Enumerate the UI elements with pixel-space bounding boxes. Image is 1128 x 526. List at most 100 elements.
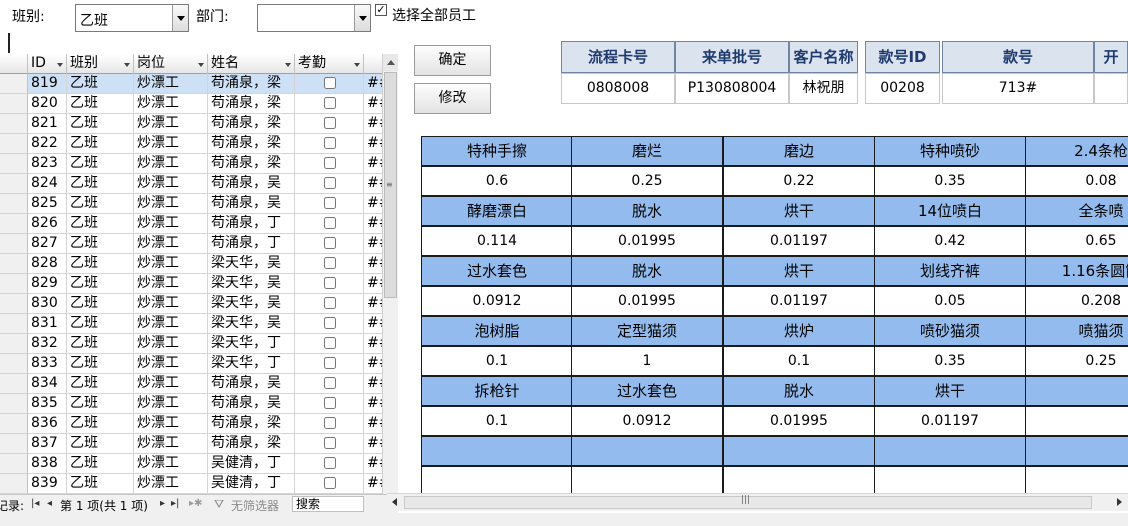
next-record-icon[interactable]: ▸ <box>160 498 165 509</box>
row-selector[interactable] <box>0 354 28 374</box>
process-price-cell[interactable]: 0.0912 <box>421 286 573 316</box>
table-row[interactable]: 831乙班炒漂工梁天华，吴## <box>0 314 386 334</box>
row-selector[interactable] <box>0 174 28 194</box>
cell-post[interactable]: 炒漂工 <box>134 154 208 174</box>
table-row[interactable]: 830乙班炒漂工梁天华，吴## <box>0 294 386 314</box>
info-value-batch-no[interactable]: P130808004 <box>675 73 789 104</box>
cell-class[interactable]: 乙班 <box>67 94 134 114</box>
attendance-checkbox[interactable] <box>324 157 336 169</box>
row-selector[interactable] <box>0 214 28 234</box>
cell-class[interactable]: 乙班 <box>67 354 134 374</box>
cell-id[interactable]: 824 <box>28 174 67 194</box>
class-combo[interactable]: 乙班 <box>75 4 189 32</box>
table-row[interactable]: 837乙班炒漂工苟涌泉，梁## <box>0 434 386 454</box>
sort-arrow-icon[interactable] <box>124 63 130 67</box>
row-selector[interactable] <box>0 294 28 314</box>
cell-name[interactable]: 吴健清，丁 <box>208 474 295 494</box>
table-row[interactable]: 825乙班炒漂工苟涌泉，吴## <box>0 194 386 214</box>
process-price-cell[interactable]: 0.01995 <box>723 406 875 436</box>
cell-post[interactable]: 炒漂工 <box>134 474 208 494</box>
cell-id[interactable]: 835 <box>28 394 67 414</box>
process-price-cell[interactable] <box>1025 406 1128 436</box>
cell-class[interactable]: 乙班 <box>67 314 134 334</box>
info-value-card-no[interactable]: 0808008 <box>561 73 675 104</box>
cell-post[interactable]: 炒漂工 <box>134 314 208 334</box>
process-price-cell[interactable]: 0.65 <box>1025 226 1128 256</box>
cell-id[interactable]: 837 <box>28 434 67 454</box>
attendance-cell[interactable] <box>295 394 364 414</box>
row-selector[interactable] <box>0 134 28 154</box>
table-row[interactable]: 819乙班炒漂工苟涌泉，梁## <box>0 74 386 94</box>
col-header-id[interactable]: ID <box>28 54 67 74</box>
sort-arrow-icon[interactable] <box>354 63 360 67</box>
process-price-cell[interactable]: 0.1 <box>421 406 573 436</box>
attendance-cell[interactable] <box>295 114 364 134</box>
chevron-down-icon[interactable] <box>172 5 188 31</box>
process-price-cell[interactable]: 0.25 <box>1025 346 1128 376</box>
cell-id[interactable]: 821 <box>28 114 67 134</box>
first-record-icon[interactable]: |◂ <box>31 498 39 509</box>
table-row[interactable]: 824乙班炒漂工苟涌泉，吴## <box>0 174 386 194</box>
attendance-checkbox[interactable] <box>324 97 336 109</box>
attendance-cell[interactable] <box>295 174 364 194</box>
attendance-checkbox[interactable] <box>324 377 336 389</box>
cell-class[interactable]: 乙班 <box>67 274 134 294</box>
attendance-cell[interactable] <box>295 214 364 234</box>
row-selector[interactable] <box>0 434 28 454</box>
cell-class[interactable]: 乙班 <box>67 334 134 354</box>
attendance-cell[interactable] <box>295 454 364 474</box>
cell-class[interactable]: 乙班 <box>67 374 134 394</box>
attendance-cell[interactable] <box>295 374 364 394</box>
cell-name[interactable]: 苟涌泉，吴 <box>208 194 295 214</box>
cell-class[interactable]: 乙班 <box>67 114 134 134</box>
cell-name[interactable]: 苟涌泉，梁 <box>208 134 295 154</box>
cell-name[interactable]: 苟涌泉，吴 <box>208 174 295 194</box>
process-price-cell[interactable]: 0.114 <box>421 226 573 256</box>
modify-button[interactable]: 修改 <box>414 83 491 114</box>
cell-id[interactable]: 831 <box>28 314 67 334</box>
table-row[interactable]: 828乙班炒漂工梁天华，吴## <box>0 254 386 274</box>
row-selector[interactable] <box>0 314 28 334</box>
info-value-customer[interactable]: 林祝朋 <box>789 73 858 104</box>
scroll-right-icon[interactable] <box>1117 498 1122 506</box>
cell-name[interactable]: 苟涌泉，丁 <box>208 234 295 254</box>
attendance-checkbox[interactable] <box>324 357 336 369</box>
row-selector[interactable] <box>0 334 28 354</box>
cell-id[interactable]: 820 <box>28 94 67 114</box>
cell-id[interactable]: 838 <box>28 454 67 474</box>
table-row[interactable]: 839乙班炒漂工吴健清，丁## <box>0 474 386 494</box>
cell-name[interactable]: 苟涌泉，梁 <box>208 414 295 434</box>
cell-post[interactable]: 炒漂工 <box>134 254 208 274</box>
cell-post[interactable]: 炒漂工 <box>134 194 208 214</box>
cell-id[interactable]: 826 <box>28 214 67 234</box>
sort-arrow-icon[interactable] <box>285 63 291 67</box>
attendance-checkbox[interactable] <box>324 277 336 289</box>
attendance-checkbox[interactable] <box>324 477 336 489</box>
row-selector[interactable] <box>0 154 28 174</box>
cell-class[interactable]: 乙班 <box>67 294 134 314</box>
sort-arrow-icon[interactable] <box>57 63 63 67</box>
row-selector[interactable] <box>0 374 28 394</box>
attendance-checkbox[interactable] <box>324 397 336 409</box>
scroll-up-icon[interactable] <box>383 54 398 71</box>
cell-post[interactable]: 炒漂工 <box>134 74 208 94</box>
attendance-cell[interactable] <box>295 434 364 454</box>
cell-post[interactable]: 炒漂工 <box>134 94 208 114</box>
table-row[interactable]: 835乙班炒漂工苟涌泉，吴## <box>0 394 386 414</box>
attendance-checkbox[interactable] <box>324 77 336 89</box>
cell-class[interactable]: 乙班 <box>67 74 134 94</box>
process-price-cell[interactable]: 0.6 <box>421 166 573 196</box>
process-price-cell[interactable] <box>874 466 1026 493</box>
cell-name[interactable]: 梁天华，吴 <box>208 314 295 334</box>
cell-name[interactable]: 苟涌泉，梁 <box>208 114 295 134</box>
select-all-checkbox[interactable]: ✓ <box>375 4 387 16</box>
attendance-cell[interactable] <box>295 334 364 354</box>
cell-post[interactable]: 炒漂工 <box>134 114 208 134</box>
cell-id[interactable]: 819 <box>28 74 67 94</box>
row-selector[interactable] <box>0 394 28 414</box>
process-price-cell[interactable]: 0.01197 <box>723 226 875 256</box>
process-price-cell[interactable]: 0.01995 <box>571 226 723 256</box>
cell-class[interactable]: 乙班 <box>67 234 134 254</box>
cell-name[interactable]: 苟涌泉，吴 <box>208 394 295 414</box>
table-row[interactable]: 827乙班炒漂工苟涌泉，丁## <box>0 234 386 254</box>
